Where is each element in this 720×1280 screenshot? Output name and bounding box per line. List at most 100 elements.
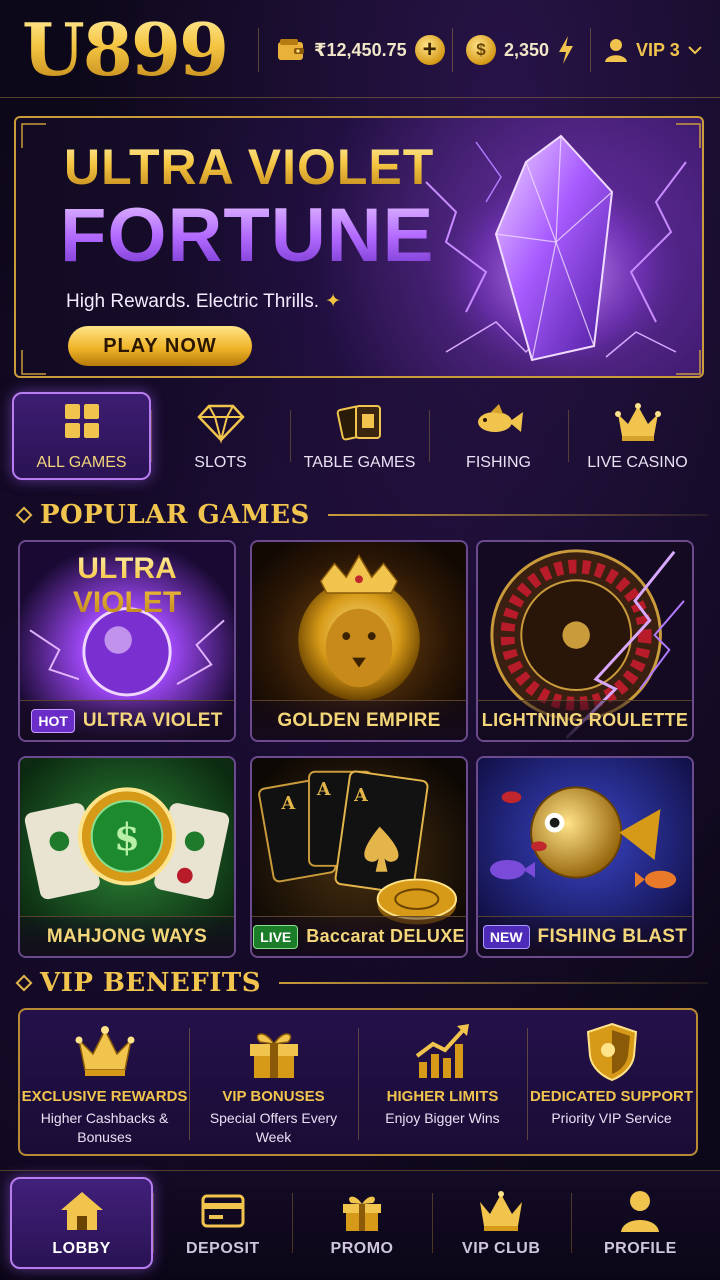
gift-icon: [343, 1196, 381, 1231]
vip-level-menu[interactable]: VIP 3: [604, 30, 702, 70]
divider: [279, 982, 708, 984]
tab-label: FISHING: [466, 454, 531, 471]
card-icon: [201, 1194, 245, 1228]
vip-benefits-panel: EXCLUSIVE REWARDS Higher Cashbacks & Bon…: [18, 1008, 698, 1156]
nav-promo[interactable]: PROMO: [292, 1177, 431, 1269]
crystal-illustration: [419, 134, 699, 376]
game-name: MAHJONG WAYS: [46, 925, 208, 947]
brand-logo[interactable]: U899: [22, 8, 229, 92]
play-now-button[interactable]: PLAY NOW: [68, 326, 252, 366]
card-art-title: ULTRA VIOLET: [20, 552, 234, 620]
section-title: POPULAR GAMES: [40, 500, 310, 530]
coin-balance[interactable]: $ 2,350: [466, 30, 575, 70]
game-card-lightning-roulette[interactable]: LIGHTNING ROULETTE: [476, 540, 694, 742]
new-badge: NEW: [482, 924, 530, 949]
benefit-description: Special Offers Every Week: [209, 1110, 338, 1145]
chart-icon: [415, 1024, 469, 1078]
cards-icon: [336, 405, 381, 441]
card-caption: LIVE Baccarat DELUXE: [252, 916, 466, 956]
banner-title: ULTRA VIOLET: [64, 139, 435, 195]
nav-lobby[interactable]: LOBBY: [10, 1177, 154, 1269]
wallet-balance[interactable]: ₹12,450.75 +: [276, 30, 445, 70]
popular-games-heading: POPULAR GAMES: [15, 500, 708, 530]
benefit-title: EXCLUSIVE REWARDS: [21, 1088, 188, 1105]
crown-icon: [75, 1026, 134, 1076]
tab-label: TABLE GAMES: [303, 454, 416, 471]
home-icon: [60, 1192, 103, 1230]
user-icon: [621, 1191, 660, 1232]
shield-icon: [586, 1022, 637, 1082]
svg-text:$: $: [114, 815, 140, 859]
nav-profile[interactable]: PROFILE: [570, 1177, 710, 1269]
game-name: Baccarat DELUXE: [306, 926, 465, 946]
tab-all-games[interactable]: ALL GAMES: [12, 392, 151, 480]
tab-live-casino[interactable]: LIVE CASINO: [568, 392, 707, 480]
game-card-ultra-violet[interactable]: ULTRA VIOLET HOT ULTRA VIOLET: [18, 540, 236, 742]
gift-icon: [249, 1033, 298, 1078]
tab-fishing[interactable]: FISHING: [429, 392, 568, 480]
game-name: LIGHTNING ROULETTE: [481, 710, 689, 730]
nav-deposit[interactable]: DEPOSIT: [153, 1177, 292, 1269]
banner-subtitle: High Rewards. Electric Thrills. ✦: [66, 290, 341, 313]
nav-label: PROMO: [330, 1240, 394, 1257]
vip-benefit-higher-limits[interactable]: HIGHER LIMITS Enjoy Bigger Wins: [358, 1010, 527, 1154]
tab-table-games[interactable]: TABLE GAMES: [290, 392, 429, 480]
card-caption: LIGHTNING ROULETTE: [478, 700, 692, 740]
user-icon: [605, 39, 627, 62]
category-tabs: ALL GAMES SLOTS TABLE GAMES FISHING LIVE…: [12, 392, 708, 480]
game-name: FISHING BLAST: [537, 925, 688, 947]
svg-text:A: A: [281, 793, 296, 814]
game-card-baccarat-deluxe[interactable]: A A A LIVE Baccarat DELUXE: [250, 756, 468, 958]
vip-benefit-vip-bonuses[interactable]: VIP BONUSES Special Offers Every Week: [189, 1010, 358, 1154]
coin-amount: 2,350: [504, 39, 550, 60]
nav-vip-club[interactable]: VIP CLUB: [431, 1177, 571, 1269]
crown-icon: [480, 1191, 523, 1231]
vip-benefit-exclusive-rewards[interactable]: EXCLUSIVE REWARDS Higher Cashbacks & Bon…: [20, 1010, 189, 1154]
benefit-description: Priority VIP Service: [551, 1110, 672, 1126]
divider: [590, 28, 591, 72]
vip-benefit-dedicated-support[interactable]: DEDICATED SUPPORT Priority VIP Service: [527, 1010, 696, 1154]
live-badge: LIVE: [253, 924, 299, 949]
divider: [327, 514, 708, 516]
nav-label: VIP CLUB: [462, 1240, 541, 1257]
benefit-description: Higher Cashbacks & Bonuses: [40, 1110, 169, 1145]
wallet-icon: [278, 39, 304, 60]
tab-label: ALL GAMES: [36, 454, 127, 471]
svg-text:A: A: [353, 785, 368, 806]
banner-title-highlight: FORTUNE: [60, 193, 435, 278]
game-card-fishing-blast[interactable]: NEW FISHING BLAST: [476, 756, 694, 958]
benefit-title: HIGHER LIMITS: [386, 1088, 499, 1105]
add-funds-button[interactable]: +: [414, 35, 445, 65]
card-caption: MAHJONG WAYS: [20, 916, 234, 956]
section-title: VIP BENEFITS: [40, 968, 262, 998]
card-caption: NEW FISHING BLAST: [478, 916, 692, 956]
game-name: ULTRA VIOLET: [82, 709, 223, 731]
divider: [258, 28, 259, 72]
game-card-golden-empire[interactable]: GOLDEN EMPIRE: [250, 540, 468, 742]
fish-icon: [477, 404, 523, 432]
benefit-description: Enjoy Bigger Wins: [385, 1110, 500, 1126]
crown-icon: [614, 403, 661, 441]
grid-icon: [64, 404, 99, 438]
vip-level-label: VIP 3: [636, 39, 680, 60]
game-card-mahjong-ways[interactable]: $ MAHJONG WAYS: [18, 756, 236, 958]
lobby-page: U899 ₹12,450.75 + $ 2,350 VIP 3 ULTRA VI…: [0, 0, 720, 1280]
sparkle-icon: ✦: [325, 291, 341, 312]
chevron-down-icon: [687, 46, 702, 55]
promo-banner[interactable]: ULTRA VIOLET FORTUNE High Rewards. Elect…: [14, 116, 704, 378]
coin-icon: $: [466, 35, 496, 65]
tab-slots[interactable]: SLOTS: [151, 392, 290, 480]
top-bar: U899 ₹12,450.75 + $ 2,350 VIP 3: [0, 0, 720, 98]
diamond-bullet-icon: [15, 974, 33, 992]
diamond-icon: [196, 404, 245, 444]
benefit-title: VIP BONUSES: [222, 1088, 325, 1105]
game-name: GOLDEN EMPIRE: [277, 709, 441, 731]
svg-text:A: A: [316, 779, 331, 800]
diamond-bullet-icon: [15, 506, 33, 524]
bottom-navigation: LOBBY DEPOSIT PROMO VIP CLUB PROFILE: [0, 1170, 720, 1280]
nav-label: DEPOSIT: [185, 1240, 260, 1257]
nav-label: PROFILE: [603, 1240, 677, 1257]
tab-label: LIVE CASINO: [587, 454, 688, 471]
vip-benefits-heading: VIP BENEFITS: [15, 968, 708, 998]
banner-subtitle-text: High Rewards. Electric Thrills.: [66, 291, 320, 312]
